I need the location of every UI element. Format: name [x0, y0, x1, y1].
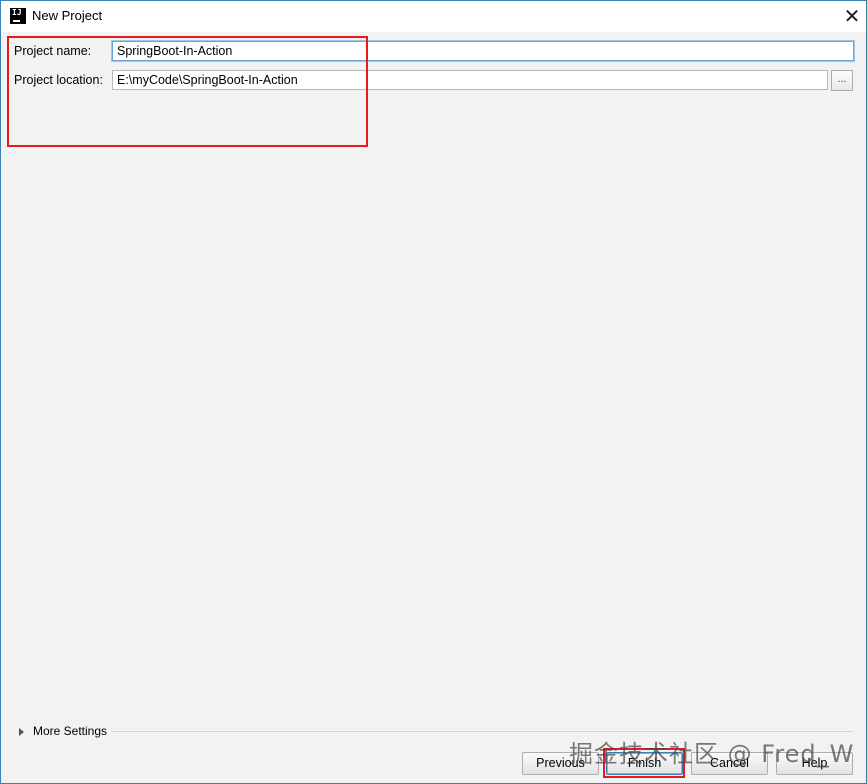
close-icon[interactable]: ✕: [839, 2, 865, 30]
intellij-idea-icon: IJ: [10, 8, 26, 24]
title-bar: IJ New Project ✕: [1, 1, 866, 32]
watermark-text: 掘金技术社区 @ Fred_W: [569, 740, 855, 768]
window-title: New Project: [32, 8, 103, 23]
more-settings-toggle[interactable]: More Settings: [19, 724, 107, 738]
more-settings-label: More Settings: [33, 724, 108, 738]
annotation-box-fields: [7, 36, 368, 147]
more-settings-divider: [111, 731, 853, 732]
expand-triangle-icon: [19, 727, 24, 736]
browse-button[interactable]: ...: [831, 70, 853, 91]
new-project-dialog: IJ New Project ✕ Project name: SpringBoo…: [0, 0, 867, 784]
